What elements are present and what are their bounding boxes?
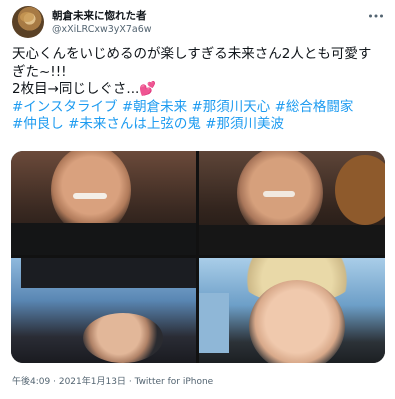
hashtag-link[interactable]: #総合格闘家 xyxy=(275,99,354,115)
tweet-date[interactable]: 2021年1月13日 xyxy=(59,377,126,387)
hashtag-link[interactable]: #仲良し xyxy=(12,116,64,132)
hashtags-line2: #仲良し #未来さんは上弦の鬼 #那須川美波 xyxy=(12,116,382,134)
footer-separator: · xyxy=(53,377,56,387)
user-name[interactable]: 朝倉未来に惚れた者 xyxy=(52,8,147,23)
hashtag-link[interactable]: #那須川天心 xyxy=(191,99,270,115)
media-photo-2[interactable] xyxy=(199,151,385,255)
media-grid xyxy=(11,151,385,363)
media-photo-4[interactable] xyxy=(199,258,385,363)
tweet-source[interactable]: Twitter for iPhone xyxy=(135,377,214,387)
hashtag-link[interactable]: #朝倉未来 xyxy=(122,99,187,115)
tweet-card: 朝倉未来に惚れた者 @xXiLRCxw3yX7a6w 天心くんをいじめるのが楽し… xyxy=(0,0,395,399)
hashtag-link[interactable]: #インスタライブ xyxy=(12,99,118,115)
footer-separator: · xyxy=(128,377,132,387)
tweet-text: 天心くんをいじめるのが楽しすぎる未来さん2人とも可愛すぎた~!!! 2枚目→同じ… xyxy=(12,46,382,134)
tweet-header: 朝倉未来に惚れた者 @xXiLRCxw3yX7a6w xyxy=(12,6,384,40)
tweet-footer: 午後4:09 · 2021年1月13日 · Twitter for iPhone xyxy=(12,374,213,387)
tweet-text-line2-wrap: 2枚目→同じしぐさ...💕 xyxy=(12,81,382,99)
user-handle[interactable]: @xXiLRCxw3yX7a6w xyxy=(52,24,152,35)
hashtag-link[interactable]: #未来さんは上弦の鬼 xyxy=(68,116,201,132)
tweet-time[interactable]: 午後4:09 xyxy=(12,377,50,387)
heart-emoji-icon: 💕 xyxy=(139,81,157,97)
avatar[interactable] xyxy=(12,6,44,38)
media-photo-3[interactable] xyxy=(11,258,196,363)
hashtag-link[interactable]: #那須川美波 xyxy=(205,116,284,132)
tweet-text-line1: 天心くんをいじめるのが楽しすぎる未来さん2人とも可愛すぎた~!!! xyxy=(12,46,372,80)
tweet-text-line2: 2枚目→同じしぐさ... xyxy=(12,81,140,97)
hashtags-line1: #インスタライブ #朝倉未来 #那須川天心 #総合格闘家 xyxy=(12,99,382,117)
media-photo-1[interactable] xyxy=(11,151,196,255)
more-dots-icon[interactable] xyxy=(368,8,384,23)
